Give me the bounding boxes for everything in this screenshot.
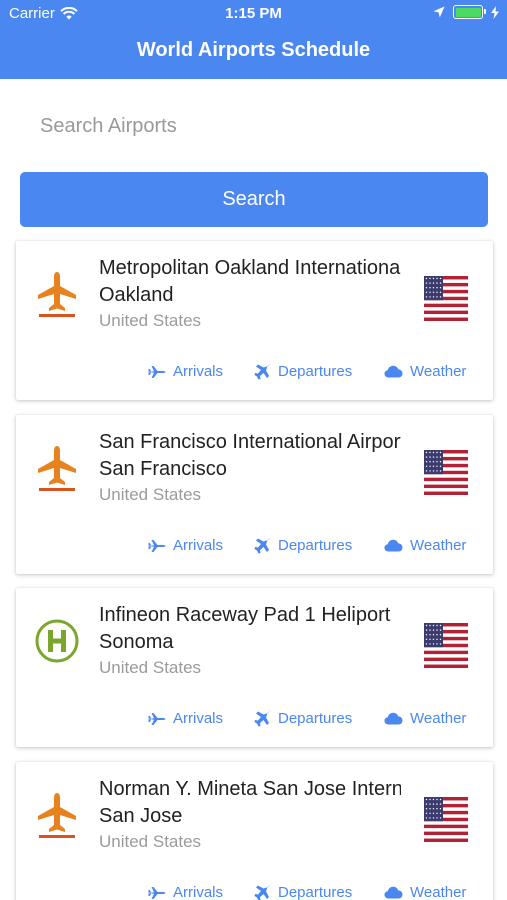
airport-name: Infineon Raceway Pad 1 Heliport — [99, 604, 391, 626]
airport-city: San Francisco — [99, 458, 227, 480]
arrivals-label: Arrivals — [173, 710, 224, 727]
airport-icon — [34, 790, 80, 840]
airport-city: Sonoma — [99, 631, 174, 653]
us-flag-icon — [424, 623, 468, 669]
airport-country: United States — [99, 311, 202, 330]
us-flag-icon — [424, 276, 468, 322]
app-title: World Airports Schedule — [136, 39, 371, 61]
weather-label: Weather — [410, 884, 467, 900]
arrivals-label: Arrivals — [173, 537, 224, 554]
departures-jet-icon — [254, 537, 271, 554]
airport-icon — [34, 269, 80, 319]
departures-jet-icon — [254, 710, 271, 727]
airport-icon — [34, 443, 80, 493]
weather-label: Weather — [410, 710, 467, 727]
departures-jet-icon — [254, 884, 271, 900]
airport-name: Norman Y. Mineta San Jose International … — [99, 778, 401, 800]
cloud-icon — [384, 365, 403, 378]
app-header: Carrier 1:15 PM World Airports Schedule — [0, 0, 507, 79]
airport-card[interactable]: Infineon Raceway Pad 1 Heliport Sonoma Uni… — [16, 588, 493, 747]
weather-button[interactable]: Weather — [384, 710, 466, 727]
arrivals-plane-icon — [148, 539, 166, 553]
arrivals-button[interactable]: Arrivals — [148, 710, 223, 727]
heliport-icon — [34, 616, 80, 666]
departures-jet-icon — [254, 363, 271, 380]
search-airports-input[interactable] — [20, 100, 487, 152]
weather-label: Weather — [410, 537, 467, 554]
status-right — [433, 5, 499, 19]
airport-country: United States — [99, 832, 202, 851]
departures-button[interactable]: Departures — [254, 710, 352, 727]
arrivals-label: Arrivals — [173, 363, 224, 380]
arrivals-plane-icon — [148, 365, 166, 379]
us-flag-icon — [424, 797, 468, 843]
status-time: 1:15 PM — [225, 5, 282, 22]
weather-button[interactable]: Weather — [384, 537, 466, 554]
arrivals-label: Arrivals — [173, 884, 224, 900]
status-bar: Carrier 1:15 PM — [0, 0, 507, 28]
airport-country: United States — [99, 485, 202, 504]
cloud-icon — [384, 539, 403, 552]
weather-button[interactable]: Weather — [384, 884, 466, 900]
arrivals-button[interactable]: Arrivals — [148, 363, 223, 380]
arrivals-plane-icon — [148, 886, 166, 900]
airport-card[interactable]: Metropolitan Oakland International Airpo… — [16, 241, 493, 400]
departures-button[interactable]: Departures — [254, 537, 352, 554]
location-arrow-icon — [433, 6, 445, 18]
cloud-icon — [384, 712, 403, 725]
airport-card[interactable]: San Francisco International Airport San F… — [16, 415, 493, 574]
departures-label: Departures — [278, 884, 353, 900]
airport-name: Metropolitan Oakland International Airpo… — [99, 257, 401, 279]
departures-button[interactable]: Departures — [254, 363, 352, 380]
battery-icon — [453, 5, 486, 19]
departures-button[interactable]: Departures — [254, 884, 352, 900]
weather-label: Weather — [410, 363, 467, 380]
airport-name: San Francisco International Airport — [99, 431, 401, 453]
airport-city: San Jose — [99, 805, 183, 827]
search-button[interactable]: Search — [20, 172, 488, 227]
departures-label: Departures — [278, 710, 353, 727]
airport-city: Oakland — [99, 284, 174, 306]
arrivals-button[interactable]: Arrivals — [148, 884, 223, 900]
cloud-icon — [384, 886, 403, 899]
departures-label: Departures — [278, 537, 353, 554]
airport-info: San Francisco International Airport San F… — [99, 429, 401, 507]
weather-button[interactable]: Weather — [384, 363, 466, 380]
airport-card[interactable]: Norman Y. Mineta San Jose International … — [16, 762, 493, 900]
charging-bolt-icon — [491, 5, 499, 19]
arrivals-button[interactable]: Arrivals — [148, 537, 223, 554]
airport-info: Infineon Raceway Pad 1 Heliport Sonoma Uni… — [99, 602, 401, 680]
airport-info: Norman Y. Mineta San Jose International … — [99, 776, 401, 854]
airport-info: Metropolitan Oakland International Airpo… — [99, 255, 401, 333]
us-flag-icon — [424, 450, 468, 496]
arrivals-plane-icon — [148, 712, 166, 726]
departures-label: Departures — [278, 363, 353, 380]
airport-country: United States — [99, 658, 202, 677]
